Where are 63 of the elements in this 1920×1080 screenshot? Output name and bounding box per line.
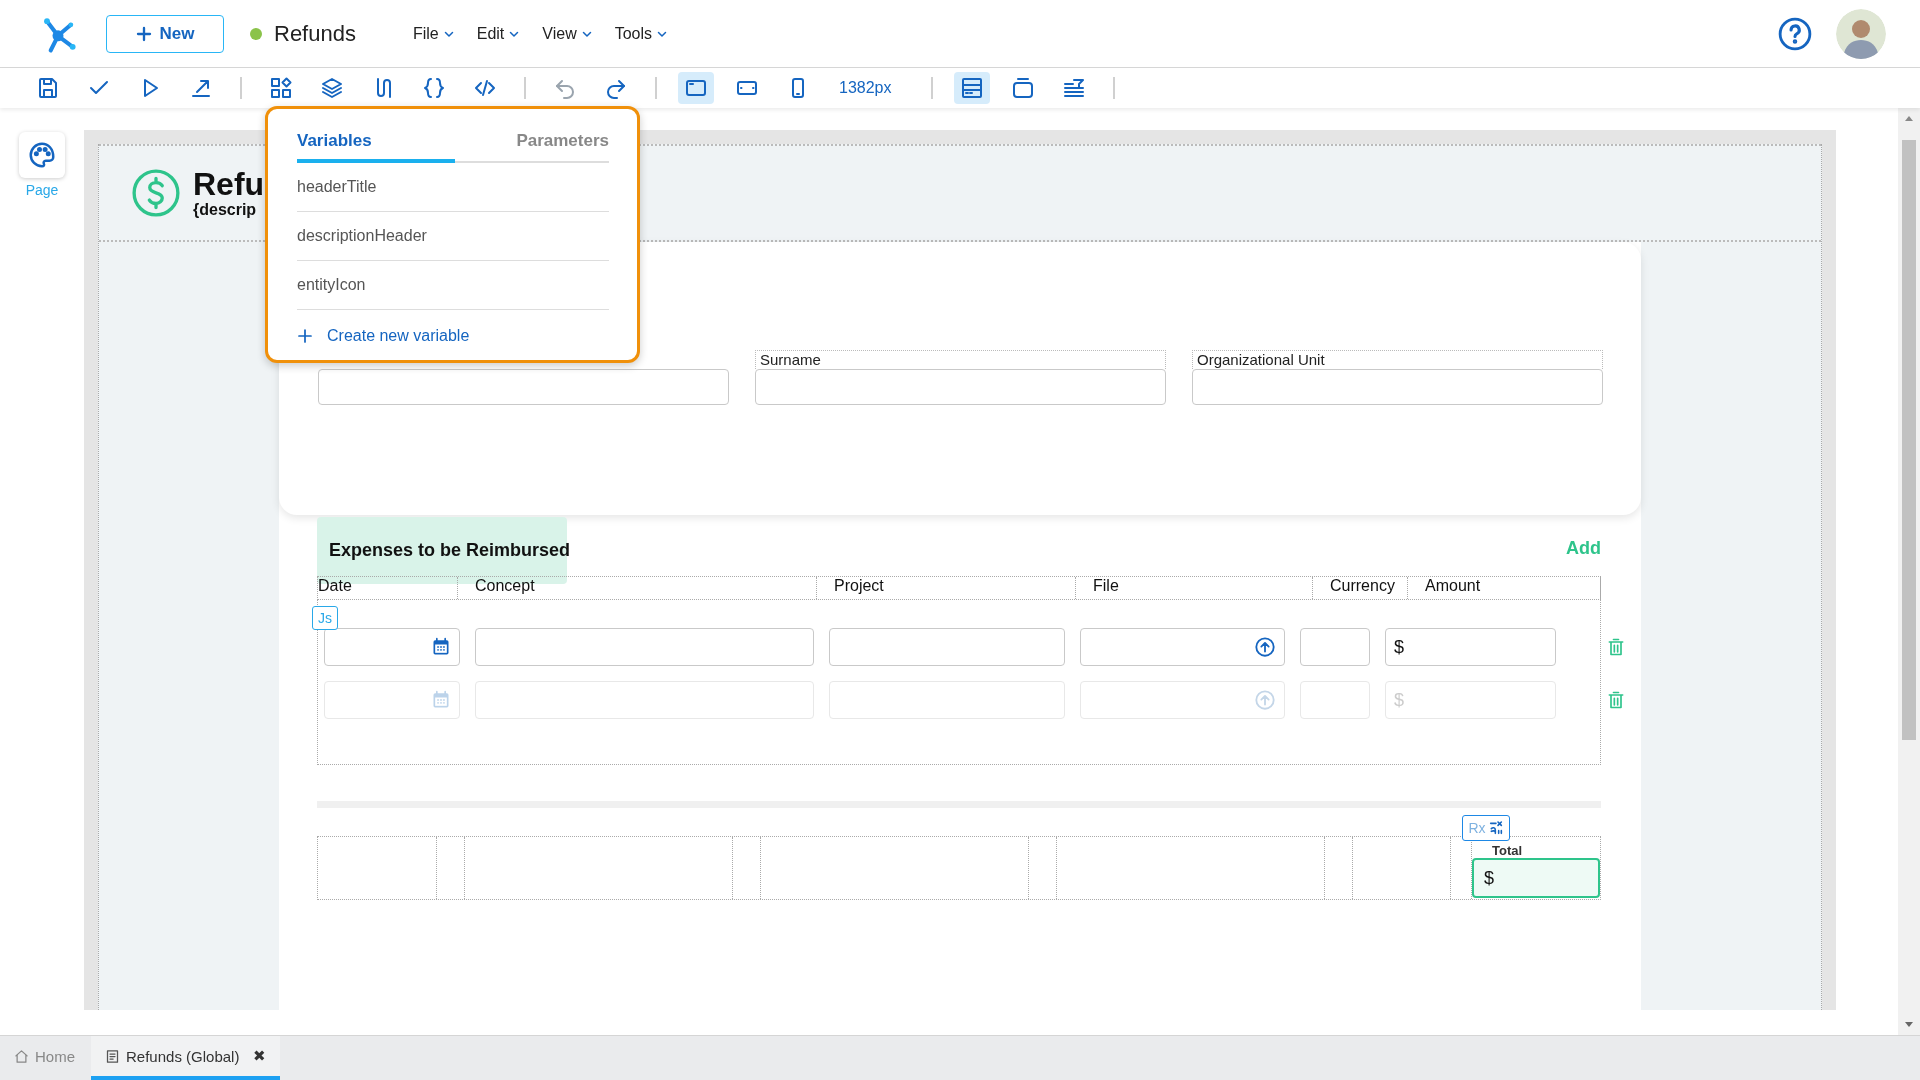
input-field[interactable]: [1192, 369, 1603, 405]
variable-item[interactable]: headerTitle: [297, 178, 377, 196]
calendar-icon: [431, 637, 451, 657]
total-label: Total: [1492, 843, 1523, 858]
amount-field[interactable]: $: [1385, 628, 1556, 666]
plus-icon: [297, 328, 313, 344]
page-title: Refu: [193, 167, 265, 201]
new-button[interactable]: New: [106, 14, 224, 53]
menu-item[interactable]: Edit: [476, 24, 521, 43]
document-icon: [105, 1048, 120, 1064]
menu-item[interactable]: Tools: [614, 24, 669, 43]
file-field[interactable]: [1080, 628, 1285, 666]
input-field[interactable]: [475, 628, 814, 666]
page-subtitle: {descrip: [193, 201, 258, 219]
variable-item[interactable]: descriptionHeader: [297, 227, 427, 245]
formula-icon: [1487, 820, 1504, 836]
scrollbar[interactable]: [1898, 108, 1920, 1035]
input-field[interactable]: [318, 369, 729, 405]
width-label: 1382px: [839, 79, 892, 97]
avatar[interactable]: [1836, 8, 1886, 59]
input-field[interactable]: [755, 369, 1166, 405]
menu-item[interactable]: File: [412, 24, 455, 43]
column-header: Amount: [1425, 577, 1601, 599]
filter-icon: [1061, 76, 1086, 100]
scroll-up-icon[interactable]: [1904, 114, 1914, 122]
date-field[interactable]: [324, 628, 460, 666]
trash-icon: [1606, 636, 1626, 658]
desktop-button[interactable]: [678, 72, 714, 104]
form-title: Refunds: [274, 20, 356, 47]
column-header: File: [1093, 577, 1313, 599]
close-button[interactable]: ✖: [253, 1047, 267, 1065]
scroll-down-icon[interactable]: [1904, 1021, 1914, 1029]
calendar-icon: [431, 690, 451, 710]
upload-icon: [1254, 636, 1276, 658]
page-button[interactable]: [19, 132, 65, 178]
tab[interactable]: Parameters: [516, 123, 609, 163]
panel-icon: [1010, 76, 1035, 100]
form-layout-icon: [959, 76, 984, 100]
input-field[interactable]: [829, 628, 1065, 666]
column-header: Project: [834, 577, 1076, 599]
home-icon: [14, 1048, 29, 1064]
palette-icon: [27, 140, 57, 170]
dollar-icon: [131, 168, 181, 218]
status-dot: [250, 27, 262, 40]
braces-icon: [422, 76, 446, 100]
input-field[interactable]: [1300, 628, 1370, 666]
upload-icon: [1254, 689, 1276, 711]
form-layout-button[interactable]: [953, 72, 990, 104]
page-label: Page: [25, 182, 59, 198]
tab[interactable]: Refunds (Global) ✖: [91, 1036, 281, 1080]
plus-icon: [135, 25, 152, 42]
menu-item[interactable]: View: [542, 24, 593, 43]
total-field[interactable]: $: [1472, 858, 1600, 898]
help-icon: [1778, 16, 1812, 51]
column-header: Currency: [1330, 577, 1408, 599]
variable-item[interactable]: entityIcon: [297, 276, 366, 294]
save-icon: [36, 76, 60, 100]
tab[interactable]: Variables: [297, 123, 455, 163]
layers-icon: [320, 76, 344, 100]
create-variable-link[interactable]: Create new variable: [327, 327, 470, 345]
widgets-icon: [269, 76, 293, 100]
column-header: Concept: [475, 577, 817, 599]
trash-icon: [1606, 689, 1626, 711]
